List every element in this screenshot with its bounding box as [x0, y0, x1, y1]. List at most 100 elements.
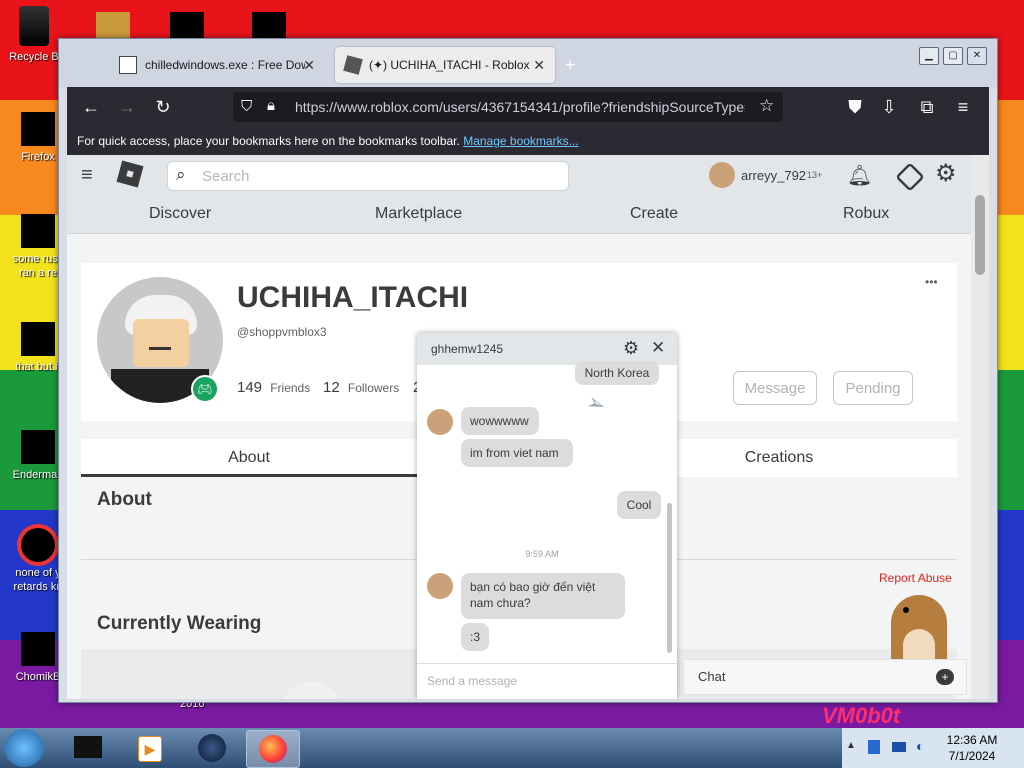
chat-input-placeholder: Send a message [427, 674, 518, 688]
hamburger-icon[interactable]: ≡ [81, 165, 93, 185]
tab-chilledwindows[interactable]: chilledwindows.exe : Free Down ✕ [109, 47, 325, 83]
message-button[interactable]: Message [733, 371, 817, 405]
roblox-header: ≡ ⌕ Search arreyy_792 13+ 🔔︎ ⚙ [67, 155, 971, 197]
friends-stat[interactable]: 149 Friends [237, 379, 310, 396]
start-button-icon[interactable] [4, 729, 44, 767]
show-hidden-icons-icon[interactable]: ▲ [846, 740, 856, 751]
download-icon[interactable]: ⇩ [879, 97, 899, 117]
reload-icon[interactable]: ↻ [153, 97, 173, 117]
new-tab-icon[interactable]: + [565, 55, 576, 76]
taskbar: ▶ ▲ ◐ 12:36 AM 7/1/2024 [0, 728, 1024, 768]
username-label[interactable]: arreyy_792 [741, 168, 806, 183]
desktop-icon-label: Recycle B [9, 51, 59, 63]
new-chat-icon[interactable]: + [936, 669, 954, 685]
chat-message-theirs: wowwwww [461, 407, 539, 435]
profile-display-name: UCHIHA_ITACHI [237, 281, 469, 314]
about-heading: About [97, 489, 152, 510]
chat-partner-name: ghhemw1245 [431, 342, 504, 356]
archive-icon [119, 56, 137, 74]
shield-icon[interactable]: ⛉ [241, 98, 252, 115]
close-tab-icon[interactable]: ✕ [303, 57, 315, 74]
roblox-icon [343, 55, 363, 75]
robux-icon[interactable] [895, 162, 925, 192]
user-avatar[interactable] [709, 162, 735, 188]
nav-toolbar: ← → ↻ ⛉ 🔒︎ https://www.roblox.com/users/… [67, 87, 989, 127]
send-paper-plane-icon: ➢ [583, 388, 610, 419]
minimize-icon[interactable]: ▁ [919, 47, 939, 65]
followers-stat[interactable]: 12 Followers [323, 379, 399, 396]
clock-date: 7/1/2024 [948, 749, 996, 763]
maximize-icon[interactable]: ▢ [943, 47, 963, 65]
system-tray: ▲ ◐ 12:36 AM 7/1/2024 [842, 728, 1024, 768]
search-icon: ⌕ [176, 165, 186, 184]
taskbar-firefox[interactable] [246, 730, 300, 768]
tab-roblox[interactable]: (✦) UCHIHA_ITACHI - Roblox ✕ [335, 47, 555, 83]
nav-robux[interactable]: Robux [843, 205, 889, 223]
notification-bell-icon[interactable]: 🔔︎ [847, 163, 872, 188]
online-game-icon: 🎮︎ [191, 375, 219, 403]
chat-settings-gear-icon[interactable]: ⚙ [623, 338, 639, 359]
age-badge: 13+ [807, 170, 823, 180]
more-options-icon[interactable]: ••• [925, 275, 938, 289]
recycle-bin-icon [19, 6, 49, 46]
bookmark-star-icon[interactable]: ☆ [759, 96, 774, 116]
close-window-icon[interactable]: ✕ [967, 47, 987, 65]
taskbar-media-player[interactable]: ▶ [124, 730, 176, 766]
volume-icon[interactable]: ◐ [916, 738, 924, 754]
chat-close-icon[interactable]: ✕ [651, 338, 665, 358]
clock-time: 12:36 AM [946, 733, 998, 747]
pocket-icon[interactable]: ⛊ [845, 97, 865, 117]
tray-app-icon[interactable] [868, 740, 880, 754]
nav-marketplace[interactable]: Marketplace [375, 205, 462, 223]
browser-window: chilledwindows.exe : Free Down ✕ (✦) UCH… [58, 38, 998, 703]
search-placeholder: Search [202, 168, 250, 185]
url-bar[interactable]: ⛉ 🔒︎ https://www.roblox.com/users/436715… [233, 92, 783, 122]
back-icon[interactable]: ← [81, 97, 101, 117]
menu-icon[interactable]: ≡ [953, 97, 973, 117]
chat-partner-avatar [427, 409, 453, 435]
roblox-page: ≡ ⌕ Search arreyy_792 13+ 🔔︎ ⚙ Discover … [67, 155, 971, 699]
search-box[interactable]: ⌕ Search [167, 161, 569, 191]
taskbar-item[interactable] [64, 730, 116, 766]
tab-strip: chilledwindows.exe : Free Down ✕ (✦) UCH… [59, 39, 997, 87]
hamster-icon [21, 632, 55, 666]
desktop-icon-recycle-bin[interactable]: Recycle B [2, 6, 66, 64]
network-icon[interactable] [892, 742, 906, 752]
chat-window: ghhemw1245 ⚙ ✕ North Korea ➢ wowwwww im … [417, 333, 677, 699]
nav-create[interactable]: Create [630, 205, 678, 223]
chat-partner-avatar [427, 573, 453, 599]
chat-message-mine: North Korea [575, 361, 659, 385]
lock-icon[interactable]: 🔒︎ [267, 97, 275, 114]
chat-message-theirs: bạn có bao giờ đến việt nam chưa? [461, 573, 625, 619]
pending-button[interactable]: Pending [833, 371, 913, 405]
manage-bookmarks-link[interactable]: Manage bookmarks... [463, 134, 578, 148]
page-scrollbar-thumb[interactable] [975, 195, 985, 275]
extensions-icon[interactable]: ⧉ [917, 97, 937, 117]
roblox-logo-icon[interactable] [116, 160, 144, 188]
forward-icon[interactable]: → [117, 97, 137, 117]
bookmarks-toolbar: For quick access, place your bookmarks h… [67, 127, 989, 155]
report-abuse-link[interactable]: Report Abuse [879, 571, 952, 585]
settings-gear-icon[interactable]: ⚙ [935, 161, 957, 187]
shortcut-icon [21, 528, 55, 562]
profile-username: @shoppvmblox3 [237, 325, 327, 339]
roblox-nav: Discover Marketplace Create Robux [67, 197, 971, 234]
chat-bar[interactable]: Chat + [683, 659, 967, 695]
taskbar-item[interactable] [186, 730, 238, 766]
nav-discover[interactable]: Discover [149, 205, 211, 223]
close-tab-icon[interactable]: ✕ [533, 57, 545, 74]
url-text[interactable]: https://www.roblox.com/users/4367154341/… [295, 99, 745, 115]
page-scrollbar[interactable] [971, 155, 989, 699]
tab-title: (✦) UCHIHA_ITACHI - Roblox [369, 58, 530, 72]
globe-icon [198, 734, 226, 762]
firefox-icon [259, 735, 287, 763]
clock[interactable]: 12:36 AM 7/1/2024 [940, 732, 1004, 764]
enderman-icon [21, 430, 55, 464]
chat-scrollbar[interactable] [667, 503, 672, 653]
wallpaper-text: VM0b0t [822, 703, 901, 728]
firefox-icon [21, 112, 55, 146]
file-icon [21, 322, 55, 356]
media-player-icon: ▶ [138, 736, 162, 762]
tab-about[interactable]: About [81, 439, 417, 477]
chat-input[interactable]: Send a message [417, 663, 677, 699]
